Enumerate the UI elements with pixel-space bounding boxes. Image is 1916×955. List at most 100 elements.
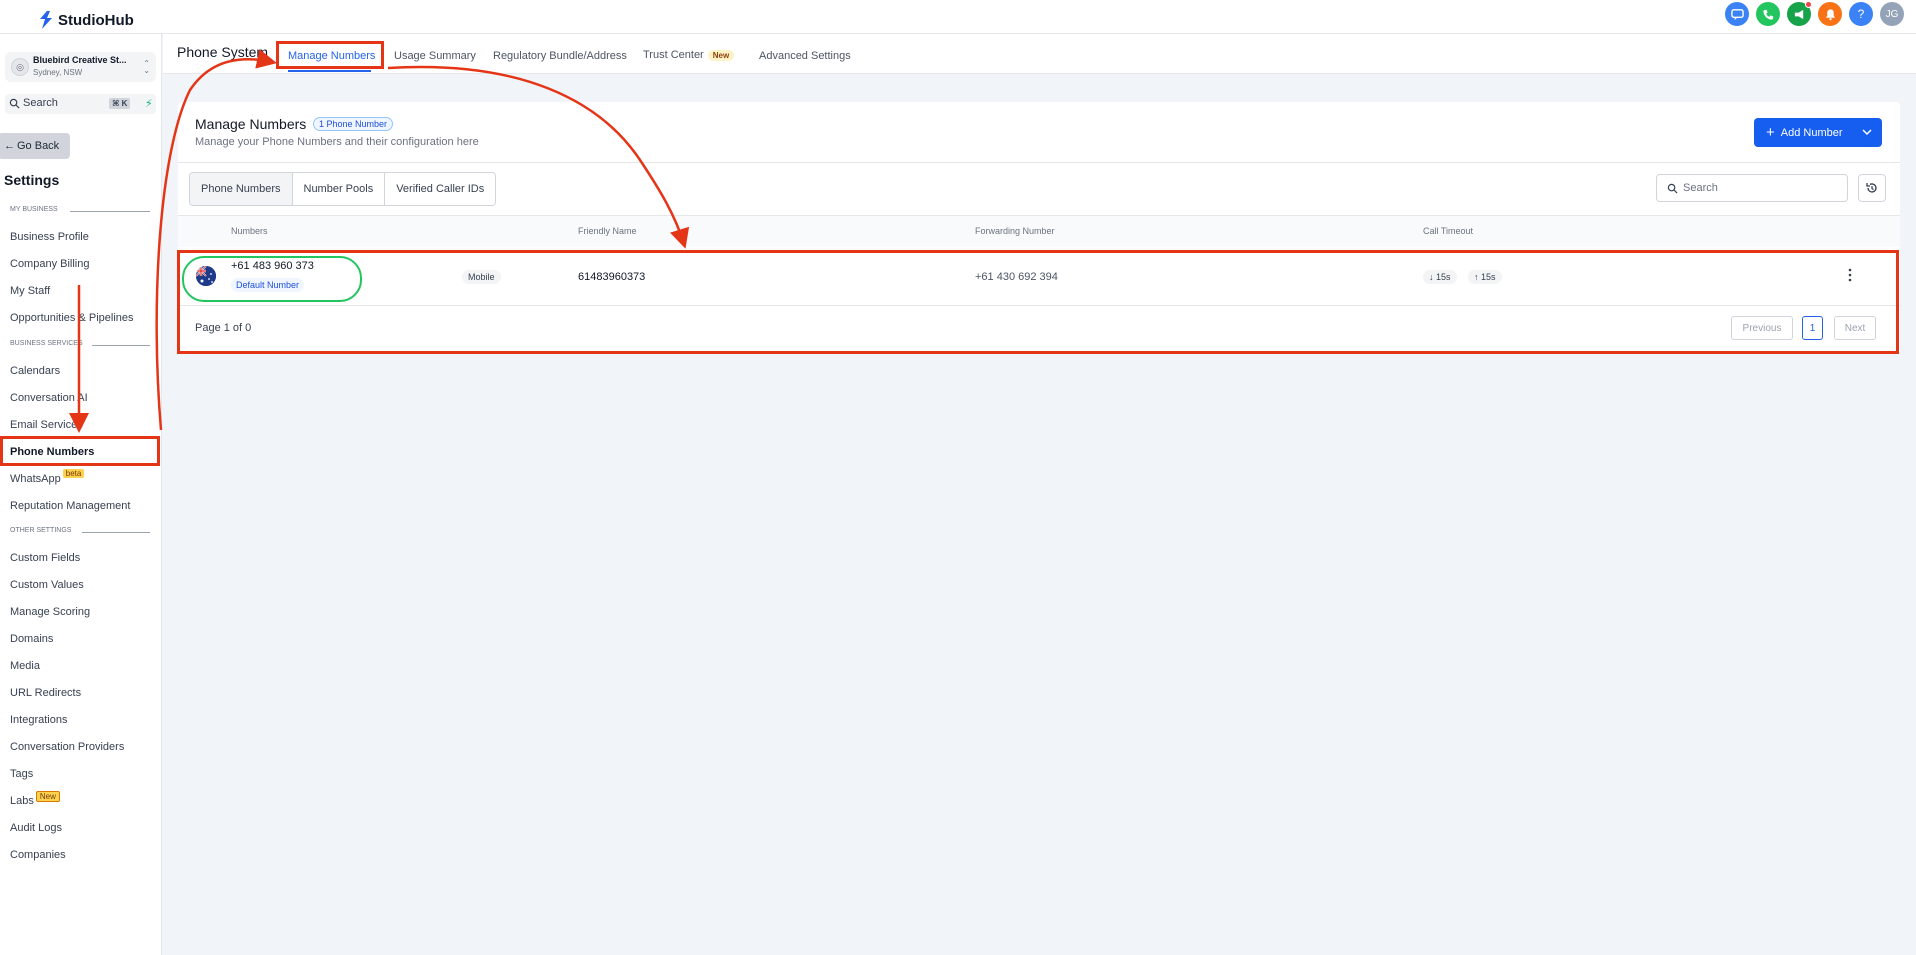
account-name: Bluebird Creative St... <box>33 55 127 65</box>
tab-trust-center[interactable]: Trust Center New <box>643 49 735 61</box>
sidebar-item-integrations[interactable]: Integrations <box>10 714 67 726</box>
sidebar-item-companies[interactable]: Companies <box>10 849 66 861</box>
sidebar-item-calendars[interactable]: Calendars <box>10 365 60 377</box>
card-title: Manage Numbers <box>195 116 307 132</box>
sidebar-item-conversation-ai[interactable]: Conversation AI <box>10 392 88 404</box>
settings-title: Settings <box>4 172 60 188</box>
new-badge: New <box>35 791 60 802</box>
chevron-updown-icon: ⌃ ⌄ <box>143 59 150 75</box>
bolt-icon[interactable]: ⚡ <box>145 97 153 110</box>
sidebar-item-business-profile[interactable]: Business Profile <box>10 231 89 243</box>
sidebar-item-manage-scoring[interactable]: Manage Scoring <box>10 606 90 618</box>
sidebar-item-phone-numbers[interactable]: Phone Numbers <box>10 446 94 458</box>
divider <box>178 305 1900 306</box>
segment-verified-caller-ids[interactable]: Verified Caller IDs <box>385 173 496 205</box>
pagination-summary: Page 1 of 0 <box>195 322 252 334</box>
column-header-call-timeout: Call Timeout <box>1423 226 1474 236</box>
sidebar-item-whatsapp[interactable]: WhatsApp beta <box>10 469 85 485</box>
account-location: Sydney, NSW <box>33 68 83 77</box>
sidebar-search-label: Search <box>23 97 58 109</box>
sidebar-item-label: Labs <box>10 795 34 807</box>
sidebar-item-domains[interactable]: Domains <box>10 633 53 645</box>
refresh-icon <box>1866 183 1877 193</box>
search-icon <box>9 98 20 109</box>
brand-name: StudioHub <box>58 11 134 29</box>
numbers-search-input[interactable]: Search <box>1656 174 1848 202</box>
brand-logo[interactable]: StudioHub <box>38 11 134 29</box>
sidebar-item-opportunities[interactable]: Opportunities & Pipelines <box>10 312 134 324</box>
default-number-badge: Default Number <box>231 278 305 292</box>
sidebar-item-label: WhatsApp <box>10 473 61 485</box>
bell-icon[interactable] <box>1818 2 1842 26</box>
sidebar-search[interactable]: Search ⌘ K ⚡ <box>5 94 156 114</box>
beta-badge: beta <box>62 469 85 478</box>
page-title: Phone System <box>177 44 269 60</box>
more-options-icon[interactable] <box>1848 268 1852 282</box>
add-number-button[interactable]: + Add Number <box>1754 118 1882 147</box>
column-header-forwarding: Forwarding Number <box>975 226 1055 236</box>
help-icon[interactable]: ? <box>1849 2 1873 26</box>
timeout-outbound-value: 15s <box>1481 272 1496 282</box>
section-business-services: BUSINESS SERVICES <box>10 340 83 347</box>
tab-regulatory-bundle[interactable]: Regulatory Bundle/Address <box>493 50 627 62</box>
location-icon: ◎ <box>11 58 29 76</box>
tab-usage-summary[interactable]: Usage Summary <box>394 50 476 62</box>
search-placeholder: Search <box>1683 182 1718 194</box>
previous-page-button[interactable]: Previous <box>1731 316 1793 340</box>
search-shortcut: ⌘ K <box>109 98 131 109</box>
settings-sidebar: ◎ Bluebird Creative St... Sydney, NSW ⌃ ⌄… <box>0 34 162 955</box>
avatar[interactable]: JG <box>1880 2 1904 26</box>
arrow-up-icon: ↑ <box>1474 272 1479 282</box>
segment-phone-numbers[interactable]: Phone Numbers <box>190 173 293 205</box>
australia-flag-icon <box>196 266 216 286</box>
megaphone-icon[interactable] <box>1787 1 1812 26</box>
sidebar-item-tags[interactable]: Tags <box>10 768 33 780</box>
new-badge: New <box>707 50 735 61</box>
sidebar-item-url-redirects[interactable]: URL Redirects <box>10 687 81 699</box>
card-subtitle: Manage your Phone Numbers and their conf… <box>195 136 479 148</box>
column-header-numbers: Numbers <box>231 226 268 236</box>
number-count-badge: 1 Phone Number <box>313 117 394 131</box>
segment-number-pools[interactable]: Number Pools <box>292 173 386 205</box>
friendly-name: 61483960373 <box>578 271 646 283</box>
chevron-down-icon[interactable] <box>1862 127 1872 137</box>
arrow-down-icon: ↓ <box>1429 272 1434 282</box>
section-my-business: MY BUSINESS <box>10 206 58 213</box>
go-back-label: Go Back <box>17 140 60 152</box>
tab-advanced-settings[interactable]: Advanced Settings <box>759 50 851 62</box>
sidebar-item-email-services[interactable]: Email Services <box>10 419 83 431</box>
notification-dot <box>1805 1 1812 8</box>
forwarding-number: +61 430 692 394 <box>975 271 1058 283</box>
logo-icon <box>40 11 52 29</box>
sidebar-item-media[interactable]: Media <box>10 660 40 672</box>
timeout-outbound: ↑ 15s <box>1468 270 1502 284</box>
section-other-settings: OTHER SETTINGS <box>10 527 72 534</box>
sidebar-item-company-billing[interactable]: Company Billing <box>10 258 89 270</box>
top-bar: StudioHub ? JG <box>0 0 1916 34</box>
refresh-button[interactable] <box>1858 174 1886 202</box>
sidebar-item-labs[interactable]: Labs New <box>10 791 60 807</box>
add-number-label: Add Number <box>1780 126 1843 139</box>
phone-number: +61 483 960 373 <box>231 260 314 272</box>
arrow-left-icon: ← <box>4 140 15 152</box>
chat-icon[interactable] <box>1725 2 1749 26</box>
go-back-button[interactable]: ← Go Back <box>0 133 70 159</box>
account-switcher[interactable]: ◎ Bluebird Creative St... Sydney, NSW ⌃ ⌄ <box>5 52 156 82</box>
sidebar-item-reputation[interactable]: Reputation Management <box>10 500 130 512</box>
active-tab-indicator <box>288 70 371 72</box>
tab-label: Trust Center <box>643 49 704 61</box>
page-1-button[interactable]: 1 <box>1802 316 1823 340</box>
divider <box>178 162 1900 163</box>
divider <box>92 345 150 346</box>
sidebar-item-conversation-providers[interactable]: Conversation Providers <box>10 741 124 753</box>
sidebar-item-custom-fields[interactable]: Custom Fields <box>10 552 80 564</box>
timeout-inbound-value: 15s <box>1436 272 1451 282</box>
next-page-button[interactable]: Next <box>1834 316 1876 340</box>
sidebar-item-custom-values[interactable]: Custom Values <box>10 579 84 591</box>
sidebar-item-audit-logs[interactable]: Audit Logs <box>10 822 62 834</box>
sidebar-item-my-staff[interactable]: My Staff <box>10 285 50 297</box>
divider <box>70 211 150 212</box>
phone-icon[interactable] <box>1756 2 1780 26</box>
tab-manage-numbers[interactable]: Manage Numbers <box>288 50 375 62</box>
timeout-inbound: ↓ 15s <box>1423 270 1457 284</box>
